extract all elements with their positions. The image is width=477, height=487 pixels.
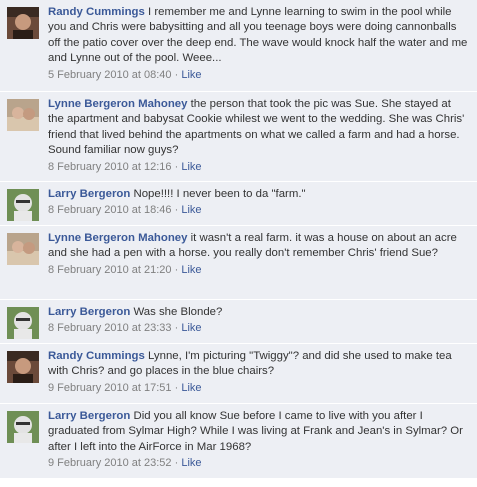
avatar[interactable] <box>7 99 39 131</box>
comment-text: Nope!!!! I never been to da "farm." <box>133 188 306 200</box>
comment-author-link[interactable]: Lynne Bergeron Mahoney <box>48 232 187 244</box>
like-link[interactable]: Like <box>181 264 201 276</box>
comment-timestamp[interactable]: 8 February 2010 at 12:16 <box>48 161 172 173</box>
separator-dot: · <box>174 204 179 217</box>
comment-list: Randy Cummings I remember me and Lynne l… <box>0 0 477 479</box>
comment-item: Lynne Bergeron Mahoney the person that t… <box>0 92 477 182</box>
like-link[interactable]: Like <box>181 457 201 469</box>
comment-text: Was she Blonde? <box>133 306 223 318</box>
comment-timestamp[interactable]: 8 February 2010 at 23:33 <box>48 322 172 334</box>
comment-item: Randy Cummings Lynne, I'm picturing "Twi… <box>0 344 477 404</box>
comment-timestamp[interactable]: 5 February 2010 at 08:40 <box>48 69 172 81</box>
comment-timestamp[interactable]: 8 February 2010 at 18:46 <box>48 204 172 216</box>
profile-photo-icon <box>7 307 39 339</box>
avatar[interactable] <box>7 351 39 383</box>
profile-photo-icon <box>7 351 39 383</box>
avatar[interactable] <box>7 411 39 443</box>
profile-photo-icon <box>7 99 39 131</box>
separator-dot: · <box>174 457 179 470</box>
like-link[interactable]: Like <box>181 204 201 216</box>
comment-timestamp[interactable]: 9 February 2010 at 17:51 <box>48 382 172 394</box>
comment-author-link[interactable]: Larry Bergeron <box>48 410 130 422</box>
avatar[interactable] <box>7 7 39 39</box>
like-link[interactable]: Like <box>181 161 201 173</box>
comment-item: Lynne Bergeron Mahoney it wasn't a real … <box>0 226 477 300</box>
avatar[interactable] <box>7 307 39 339</box>
comment-author-link[interactable]: Larry Bergeron <box>48 306 130 318</box>
comment-author-link[interactable]: Randy Cummings <box>48 6 145 18</box>
comment-author-link[interactable]: Randy Cummings <box>48 350 145 362</box>
comment-item: Larry Bergeron Was she Blonde? 8 Februar… <box>0 300 477 344</box>
separator-dot: · <box>174 263 179 276</box>
profile-photo-icon <box>7 189 39 221</box>
profile-photo-icon <box>7 233 39 265</box>
avatar[interactable] <box>7 189 39 221</box>
comment-timestamp[interactable]: 8 February 2010 at 21:20 <box>48 264 172 276</box>
comment-item: Larry Bergeron Nope!!!! I never been to … <box>0 182 477 226</box>
comment-timestamp[interactable]: 9 February 2010 at 23:52 <box>48 457 172 469</box>
profile-photo-icon <box>7 411 39 443</box>
separator-dot: · <box>174 68 179 81</box>
profile-photo-icon <box>7 7 39 39</box>
like-link[interactable]: Like <box>181 69 201 81</box>
avatar[interactable] <box>7 233 39 265</box>
like-link[interactable]: Like <box>181 382 201 394</box>
comment-item: Randy Cummings I remember me and Lynne l… <box>0 0 477 92</box>
comment-author-link[interactable]: Lynne Bergeron Mahoney <box>48 98 187 110</box>
like-link[interactable]: Like <box>181 322 201 334</box>
separator-dot: · <box>174 160 179 173</box>
comment-item: Larry Bergeron Did you all know Sue befo… <box>0 404 477 479</box>
comment-author-link[interactable]: Larry Bergeron <box>48 188 130 200</box>
separator-dot: · <box>174 381 179 394</box>
separator-dot: · <box>174 322 179 335</box>
